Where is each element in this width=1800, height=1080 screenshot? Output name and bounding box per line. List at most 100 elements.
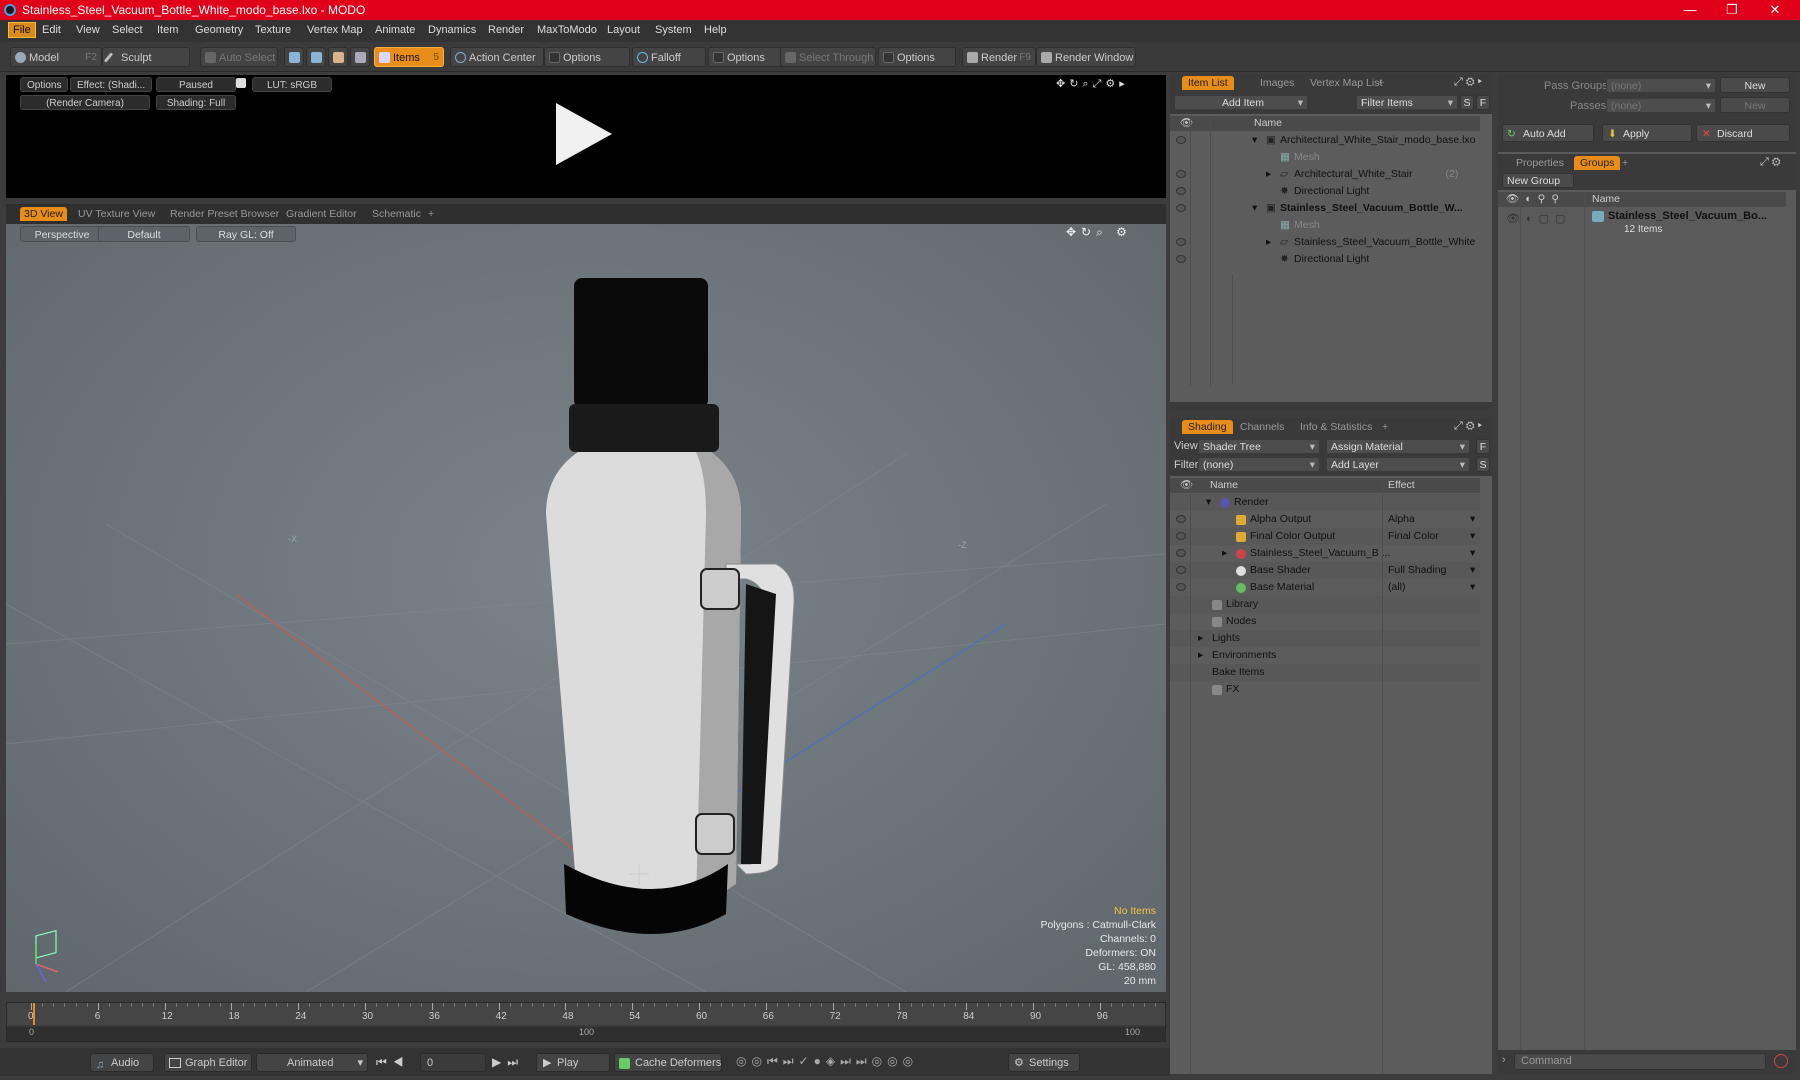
visibility-eye-icon[interactable] xyxy=(1176,549,1186,557)
item-list-row[interactable]: ▸ ▱ Architectural_White_Stair (2) xyxy=(1170,166,1480,183)
vertices-mode-button[interactable] xyxy=(284,47,304,67)
horizontal-scrollbar[interactable] xyxy=(1170,402,1492,410)
menu-edit[interactable]: Edit xyxy=(42,24,61,36)
perspective-dropdown[interactable]: Perspective xyxy=(20,226,104,242)
shader-tree-row[interactable]: Final Color Output Final Color ▾ xyxy=(1170,528,1480,545)
shader-tree-row[interactable]: Bake Items xyxy=(1170,664,1480,681)
add-tab-button[interactable]: + xyxy=(424,207,438,221)
key-tools-icons[interactable]: ◎◎⏮⏭✓●◈⏭⏭◎◎◎ xyxy=(736,1054,918,1069)
materials-mode-button[interactable] xyxy=(350,47,370,67)
menu-render[interactable]: Render xyxy=(488,24,524,36)
3d-viewport[interactable]: Perspective Default Ray GL: Off ✥↻⌕ ⚙ -X… xyxy=(6,224,1166,992)
filter-items-input[interactable]: Filter Items xyxy=(1356,95,1458,111)
expand-right-icon[interactable]: ▸ xyxy=(1266,234,1271,251)
shader-effect-dropdown[interactable]: Full Shading ▾ xyxy=(1388,562,1478,579)
expand-down-icon[interactable]: ▾ xyxy=(1252,200,1257,217)
maximize-button[interactable]: ❐ xyxy=(1712,0,1752,20)
item-list-row[interactable]: ▦ Mesh xyxy=(1170,149,1480,166)
menu-dynamics[interactable]: Dynamics xyxy=(428,24,476,36)
tab-info-statistics[interactable]: Info & Statistics xyxy=(1294,420,1378,434)
frame-step-forward-icons[interactable]: ▶⏭ xyxy=(492,1055,524,1070)
menu-geometry[interactable]: Geometry xyxy=(195,24,243,36)
tab-uv-texture-view[interactable]: UV Texture View xyxy=(74,207,159,221)
falloff-options-button[interactable]: Options xyxy=(708,47,784,67)
visibility-eye-icon[interactable] xyxy=(1176,566,1186,574)
timeline-playhead[interactable] xyxy=(33,1003,35,1025)
command-input[interactable]: Command xyxy=(1514,1053,1766,1070)
visibility-eye-icon[interactable] xyxy=(1176,204,1186,212)
visibility-eye-icon[interactable] xyxy=(1176,255,1186,263)
expand-right-icon[interactable]: ▸ xyxy=(1198,647,1203,664)
render-button[interactable]: Render F9 xyxy=(962,47,1036,67)
item-list-row[interactable]: ▸ ▱ Stainless_Steel_Vacuum_Bottle_White xyxy=(1170,234,1480,251)
visibility-eye-icon[interactable] xyxy=(1176,532,1186,540)
new-group-button[interactable]: New Group xyxy=(1502,173,1574,188)
tab-images[interactable]: Images xyxy=(1254,76,1300,90)
falloff-button[interactable]: Falloff xyxy=(632,47,706,67)
new-pass-button[interactable]: New xyxy=(1720,97,1790,113)
viewport-nav-icons[interactable]: ✥↻⌕ ⚙ xyxy=(1066,225,1132,240)
passes-dropdown[interactable]: (none) xyxy=(1606,98,1716,114)
visibility-eye-icon[interactable] xyxy=(1176,136,1186,144)
lut-dropdown[interactable]: LUT: sRGB xyxy=(252,77,332,92)
item-list-row[interactable]: ✸ Directional Light xyxy=(1170,183,1480,200)
shader-tree-row[interactable]: Base Shader Full Shading ▾ xyxy=(1170,562,1480,579)
menu-select[interactable]: Select xyxy=(112,24,143,36)
settings-button[interactable]: ⚙ Settings xyxy=(1008,1053,1080,1072)
animated-dropdown[interactable]: Animated ▾ xyxy=(256,1053,368,1072)
discard-button[interactable]: ✕ Discard xyxy=(1696,124,1790,142)
shader-tree-row[interactable]: Base Material (all) ▾ xyxy=(1170,579,1480,596)
tab-shading[interactable]: Shading xyxy=(1182,420,1233,434)
chevron-down-icon[interactable]: ▾ xyxy=(1470,545,1475,562)
tab-gradient-editor[interactable]: Gradient Editor xyxy=(282,207,361,221)
panel-options-icons[interactable]: ⤢⚙▸ xyxy=(1454,420,1485,433)
shader-tree-row[interactable]: ▸ Environments xyxy=(1170,647,1480,664)
tab-render-preset-browser[interactable]: Render Preset Browser xyxy=(166,207,283,221)
audio-button[interactable]: ♫ Audio xyxy=(90,1053,154,1072)
expand-down-icon[interactable]: ▾ xyxy=(1206,494,1211,511)
raygl-dropdown[interactable]: Ray GL: Off xyxy=(196,226,296,242)
filter-f-button[interactable]: F xyxy=(1476,95,1490,110)
lock-icon[interactable] xyxy=(236,78,246,88)
panel-options-icons[interactable]: ⤢⚙▸ xyxy=(1454,76,1485,89)
expand-right-icon[interactable]: ▸ xyxy=(1266,166,1271,183)
minimize-button[interactable]: — xyxy=(1670,0,1710,20)
shading-s-button[interactable]: S xyxy=(1476,457,1490,472)
shading-f-button[interactable]: F xyxy=(1476,439,1490,454)
preview-options-button[interactable]: Options xyxy=(20,77,69,92)
shader-view-dropdown[interactable]: Shader Tree xyxy=(1198,439,1320,455)
apply-button[interactable]: ⬇ Apply xyxy=(1602,124,1692,142)
model-button[interactable]: Model F2 xyxy=(10,47,102,67)
menu-view[interactable]: View xyxy=(76,24,100,36)
pass-groups-dropdown[interactable]: (none) xyxy=(1606,78,1716,94)
command-record-icon[interactable] xyxy=(1774,1054,1788,1068)
tab-channels[interactable]: Channels xyxy=(1234,420,1290,434)
frame-step-back-icons[interactable]: ⏮◀ xyxy=(376,1055,410,1070)
shading-dropdown[interactable]: Shading: Full xyxy=(156,95,236,110)
item-list-row[interactable]: ▾ ▣ Architectural_White_Stair_modo_base.lx… xyxy=(1170,132,1480,149)
play-preview-icon[interactable] xyxy=(552,101,616,167)
new-pass-group-button[interactable]: New xyxy=(1720,77,1790,93)
item-list-row[interactable]: ✸ Directional Light xyxy=(1170,251,1480,268)
action-center-options-button[interactable]: Options xyxy=(544,47,630,67)
menu-file[interactable]: File xyxy=(8,22,36,38)
add-item-dropdown[interactable]: Add Item xyxy=(1174,95,1308,111)
preview-nav-icons[interactable]: ✥↻⌕⤢⚙▸ xyxy=(1056,77,1129,91)
items-mode-button[interactable]: Items 5 xyxy=(374,47,444,67)
shader-tree-row[interactable]: Nodes xyxy=(1170,613,1480,630)
tab-groups[interactable]: Groups xyxy=(1574,156,1621,170)
visibility-eye-icon[interactable] xyxy=(1176,583,1186,591)
frame-input[interactable]: 0 xyxy=(420,1053,486,1072)
shader-tree-row[interactable]: ▾ Render xyxy=(1170,494,1480,511)
add-tab-button[interactable]: + xyxy=(1616,156,1634,170)
expand-right-icon[interactable]: ▸ xyxy=(1198,630,1203,647)
timeline[interactable]: 0 6 12 18 24 30 36 42 48 54 60 66 72 78 84 90 96 0 100 1… xyxy=(6,1002,1166,1042)
action-center-button[interactable]: Action Center xyxy=(450,47,544,67)
preview-paused-button[interactable]: Paused xyxy=(156,77,236,92)
menu-system[interactable]: System xyxy=(655,24,692,36)
menu-texture[interactable]: Texture xyxy=(255,24,291,36)
menu-animate[interactable]: Animate xyxy=(375,24,415,36)
add-tab-button[interactable]: + xyxy=(1376,420,1394,434)
play-button[interactable]: ▶ Play xyxy=(536,1053,610,1072)
menu-help[interactable]: Help xyxy=(704,24,727,36)
